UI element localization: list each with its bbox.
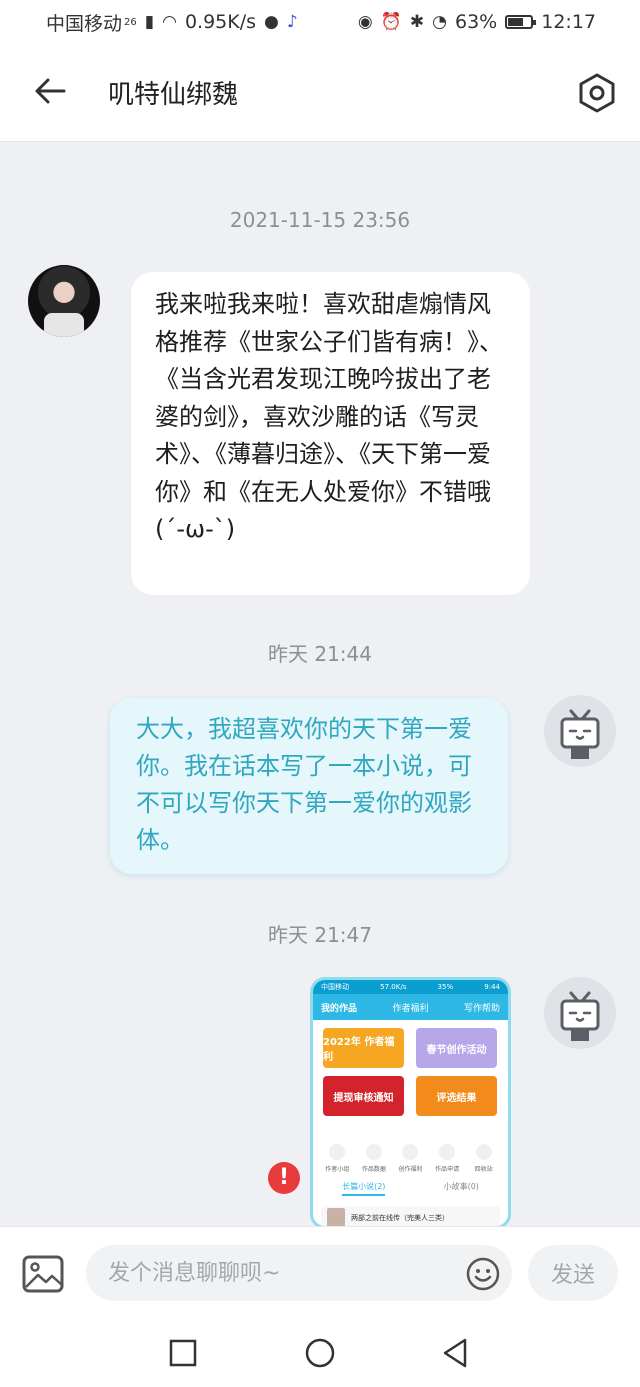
message-timestamp: 2021-11-15 23:56 [229, 208, 411, 232]
back-nav-icon[interactable] [438, 1336, 472, 1370]
preview-tab: 写作帮助 [463, 1003, 500, 1014]
tv-mascot-icon [560, 709, 600, 759]
contact-avatar[interactable] [28, 265, 100, 337]
preview-subtab: 小故事(0) [443, 1182, 479, 1191]
message-input[interactable] [86, 1245, 512, 1301]
battery-icon [505, 15, 537, 29]
preview-icon: 创作福利 [397, 1144, 423, 1173]
status-bar: 中国移动 26 ▮ ◠ 0.95K/s ● ♪ ◉ ⏰ ✱ ◔ 63% 12:1… [0, 0, 640, 44]
preview-icon: 作者小组 [324, 1144, 350, 1173]
home-icon[interactable] [303, 1336, 337, 1370]
message-timestamp: 昨天 21:44 [268, 642, 372, 666]
page-title: 叽特仙绑魏 [108, 80, 239, 110]
send-failed-icon[interactable]: ! [268, 1162, 300, 1194]
tv-mascot-icon [560, 991, 600, 1041]
emoji-icon[interactable] [466, 1257, 500, 1291]
preview-carrier: 中国移动 [321, 983, 349, 991]
send-button[interactable]: 发送 [528, 1245, 618, 1301]
eye-icon: ◉ [357, 12, 373, 32]
speedometer-icon: ◔ [432, 12, 447, 32]
preview-tab: 作者福利 [392, 1003, 429, 1014]
preview-banner-grid: 2022年 作者福利 春节创作活动 提现审核通知 评选结果 [313, 1020, 508, 1140]
preview-status-bar: 中国移动 57.0K/s 35% 9:44 [313, 980, 508, 994]
preview-card: 2022年 作者福利 [323, 1028, 404, 1068]
chat-header: 叽特仙绑魏 [0, 44, 640, 142]
arrow-left-icon[interactable] [30, 71, 70, 111]
bluetooth-icon: ✱ [409, 12, 425, 32]
image-picker-icon[interactable] [22, 1255, 64, 1293]
network-speed: 0.95K/s [184, 11, 257, 33]
music-icon: ♪ [286, 12, 298, 32]
preview-card: 评选结果 [416, 1076, 497, 1116]
preview-thumbnail [327, 1208, 345, 1226]
preview-icon: 回收站 [471, 1144, 497, 1173]
preview-card: 提现审核通知 [323, 1076, 404, 1116]
preview-time: 9:44 [484, 983, 500, 991]
my-avatar[interactable] [544, 695, 616, 767]
preview-icon: 作品申请 [434, 1144, 460, 1173]
battery-percent: 63% [455, 11, 498, 33]
signal-icon: ▮ [144, 12, 155, 32]
hexagon-settings-icon[interactable] [576, 72, 618, 114]
network-type: 26 [124, 16, 137, 28]
message-timestamp: 昨天 21:47 [268, 923, 372, 947]
preview-list-text: 两部之前在线传（完美人三类） [351, 1214, 449, 1222]
image-message[interactable]: 中国移动 57.0K/s 35% 9:44 我的作品 作者福利 写作帮助 202… [313, 980, 508, 1226]
preview-list-item: 两部之前在线传（完美人三类） [321, 1206, 500, 1226]
qq-icon: ● [264, 12, 279, 32]
preview-card: 春节创作活动 [416, 1028, 497, 1068]
preview-tabs: 我的作品 作者福利 写作帮助 [313, 994, 508, 1020]
alarm-icon: ⏰ [380, 12, 402, 32]
preview-subtabs: 长篇小说(2) 小故事(0) [313, 1181, 508, 1196]
preview-icon-row: 作者小组 作品数据 创作福利 作品申请 回收站 [313, 1144, 508, 1173]
outgoing-message-bubble[interactable]: 大大，我超喜欢你的天下第一爱你。我在话本写了一本小说，可不可以写你天下第一爱你的… [110, 698, 508, 874]
incoming-message-bubble[interactable]: 我来啦我来啦！喜欢甜虐煽情风格推荐《世家公子们皆有病！》、《当含光君发现江晚吟拔… [131, 272, 530, 595]
recent-apps-icon[interactable] [166, 1336, 200, 1370]
wifi-icon: ◠ [162, 12, 177, 32]
preview-tab: 我的作品 [321, 1003, 358, 1014]
preview-speed: 57.0K/s [380, 983, 407, 991]
my-avatar[interactable] [544, 977, 616, 1049]
preview-icon: 作品数据 [361, 1144, 387, 1173]
clock: 12:17 [541, 11, 596, 33]
system-nav-bar [0, 1320, 640, 1387]
carrier-label: 中国移动 [46, 12, 123, 35]
preview-battery: 35% [437, 983, 454, 991]
message-input-bar: 发送 [0, 1226, 640, 1320]
preview-subtab: 长篇小说(2) [342, 1181, 386, 1196]
